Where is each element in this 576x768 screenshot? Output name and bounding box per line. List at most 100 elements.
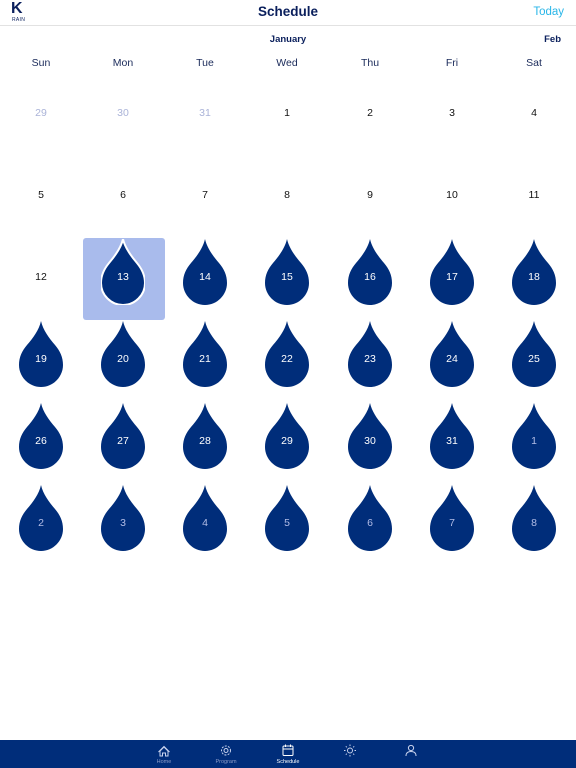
calendar-day-cell[interactable]: 31 xyxy=(164,73,246,155)
calendar-day-cell[interactable]: 20 xyxy=(82,319,164,401)
calendar-day-cell[interactable]: 19 xyxy=(0,319,82,401)
calendar-day-cell[interactable]: 2 xyxy=(0,483,82,565)
weekday-wed: Wed xyxy=(276,57,298,69)
calendar-day-cell[interactable]: 5 xyxy=(0,155,82,237)
day-number: 23 xyxy=(364,353,376,365)
calendar-day-cell[interactable]: 1 xyxy=(493,401,575,483)
day-number: 4 xyxy=(531,107,537,119)
day-number: 27 xyxy=(117,435,129,447)
day-number: 1 xyxy=(284,107,290,119)
weekday-thu: Thu xyxy=(360,57,380,69)
calendar-day-cell[interactable]: 21 xyxy=(164,319,246,401)
calendar-day-cell[interactable]: 12 xyxy=(0,237,82,319)
tab-bar: Home Program Schedule xyxy=(0,740,576,768)
tab-label: Program xyxy=(215,759,237,765)
weekday-tue: Tue xyxy=(196,57,214,69)
tab-program[interactable]: Program xyxy=(206,740,246,768)
calendar-day-cell[interactable]: 17 xyxy=(411,237,493,319)
day-number: 14 xyxy=(199,271,211,283)
calendar-day-cell[interactable]: 1 xyxy=(246,73,328,155)
day-number: 19 xyxy=(35,353,47,365)
day-number: 16 xyxy=(364,271,376,283)
calendar-day-cell[interactable]: 9 xyxy=(329,155,411,237)
day-number: 17 xyxy=(446,271,458,283)
tab-account[interactable] xyxy=(391,740,431,768)
calendar-day-cell[interactable]: 2 xyxy=(329,73,411,155)
calendar-day-cell[interactable]: 31 xyxy=(411,401,493,483)
calendar-day-cell[interactable]: 18 xyxy=(493,237,575,319)
calendar-day-cell[interactable]: 4 xyxy=(493,73,575,155)
calendar-day-cell[interactable]: 26 xyxy=(0,401,82,483)
calendar-day-cell[interactable]: 10 xyxy=(411,155,493,237)
calendar-day-cell[interactable]: 30 xyxy=(82,73,164,155)
day-number: 8 xyxy=(284,189,290,201)
calendar-day-cell[interactable]: 29 xyxy=(246,401,328,483)
day-number: 4 xyxy=(202,517,208,529)
day-number: 26 xyxy=(35,435,47,447)
day-number: 29 xyxy=(281,435,293,447)
day-number: 2 xyxy=(367,107,373,119)
day-number: 24 xyxy=(446,353,458,365)
calendar-day-cell[interactable]: 7 xyxy=(164,155,246,237)
day-number: 10 xyxy=(446,189,458,201)
calendar-day-cell[interactable]: 30 xyxy=(329,401,411,483)
top-bar: K RAIN Schedule Today xyxy=(0,0,576,26)
day-number: 3 xyxy=(449,107,455,119)
weekday-mon: Mon xyxy=(112,57,134,69)
weekday-fri: Fri xyxy=(445,57,459,69)
calendar-day-cell[interactable]: 15 xyxy=(246,237,328,319)
calendar-day-cell[interactable]: 29 xyxy=(0,73,82,155)
day-number: 7 xyxy=(449,517,455,529)
page-title: Schedule xyxy=(257,4,319,19)
calendar-day-cell[interactable]: 11 xyxy=(493,155,575,237)
day-number: 25 xyxy=(528,353,540,365)
day-number: 22 xyxy=(281,353,293,365)
calendar-day-cell[interactable]: 7 xyxy=(411,483,493,565)
calendar-day-cell[interactable]: 13 xyxy=(82,237,165,320)
day-number: 18 xyxy=(528,271,540,283)
calendar-day-cell[interactable]: 25 xyxy=(493,319,575,401)
day-number: 2 xyxy=(38,517,44,529)
day-number: 28 xyxy=(199,435,211,447)
calendar-day-cell[interactable]: 5 xyxy=(246,483,328,565)
next-month-button[interactable]: Feb xyxy=(544,34,561,45)
calendar-day-cell[interactable]: 8 xyxy=(493,483,575,565)
calendar-day-cell[interactable]: 14 xyxy=(164,237,246,319)
current-month-label: January xyxy=(269,34,307,45)
weekday-sat: Sat xyxy=(526,57,542,69)
day-number: 20 xyxy=(117,353,129,365)
tab-label: Schedule xyxy=(276,759,300,765)
day-number: 6 xyxy=(120,189,126,201)
calendar-day-cell[interactable]: 6 xyxy=(82,155,164,237)
calendar-day-cell[interactable]: 16 xyxy=(329,237,411,319)
tab-home[interactable]: Home xyxy=(144,740,184,768)
calendar-day-cell[interactable]: 24 xyxy=(411,319,493,401)
day-number: 3 xyxy=(120,517,126,529)
day-number: 13 xyxy=(117,271,129,283)
calendar-day-cell[interactable]: 4 xyxy=(164,483,246,565)
calendar-day-cell[interactable]: 28 xyxy=(164,401,246,483)
day-number: 30 xyxy=(364,435,376,447)
day-number: 7 xyxy=(202,189,208,201)
weekday-header: Sun Mon Tue Wed Thu Fri Sat xyxy=(0,57,576,71)
calendar-day-cell[interactable]: 3 xyxy=(82,483,164,565)
calendar-day-cell[interactable]: 27 xyxy=(82,401,164,483)
day-number: 31 xyxy=(199,107,211,119)
day-number: 8 xyxy=(531,517,537,529)
calendar-day-cell[interactable]: 23 xyxy=(329,319,411,401)
tab-schedule[interactable]: Schedule xyxy=(268,740,308,768)
day-number: 29 xyxy=(35,107,47,119)
day-number: 1 xyxy=(531,435,537,447)
day-number: 6 xyxy=(367,517,373,529)
calendar-day-cell[interactable]: 6 xyxy=(329,483,411,565)
calendar-day-cell[interactable]: 3 xyxy=(411,73,493,155)
today-button[interactable]: Today xyxy=(533,6,564,18)
calendar-day-cell[interactable]: 8 xyxy=(246,155,328,237)
day-number: 12 xyxy=(35,271,47,283)
day-number: 31 xyxy=(446,435,458,447)
day-number: 21 xyxy=(199,353,211,365)
day-number: 11 xyxy=(528,189,540,201)
calendar-day-cell[interactable]: 22 xyxy=(246,319,328,401)
tab-weather[interactable] xyxy=(330,740,370,768)
day-number: 5 xyxy=(284,517,290,529)
